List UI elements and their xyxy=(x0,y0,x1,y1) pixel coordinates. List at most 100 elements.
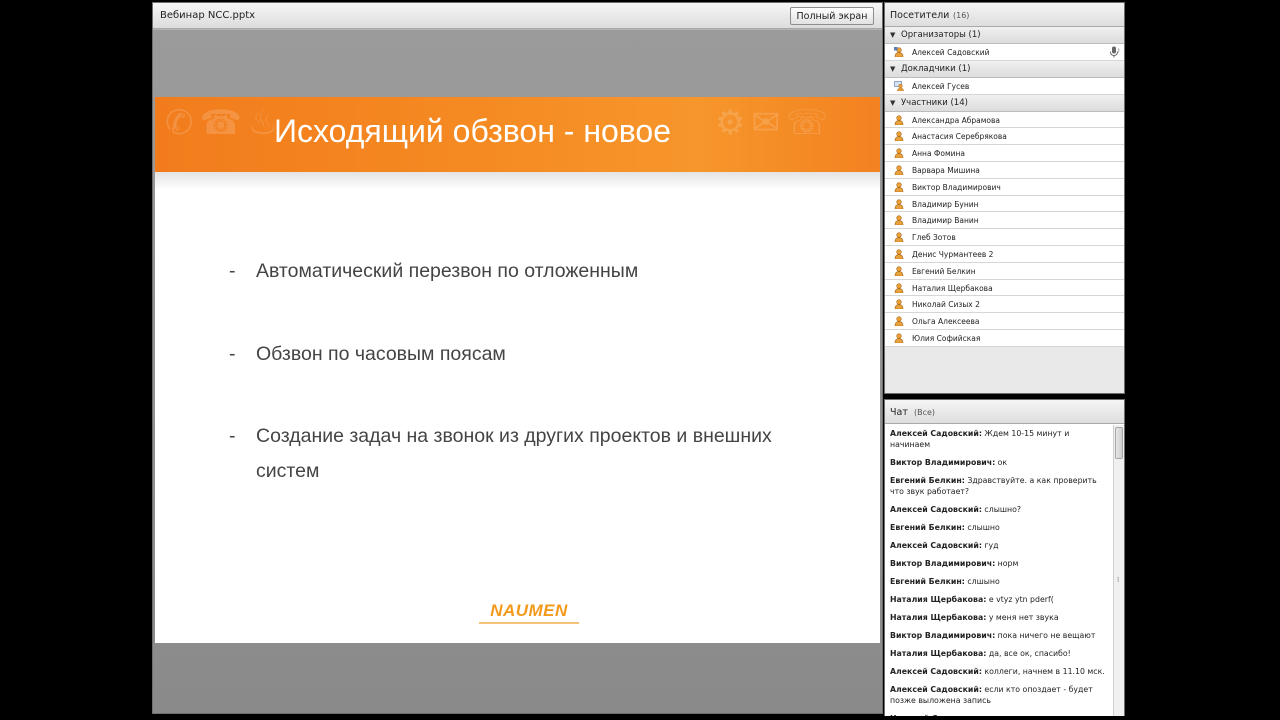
chat-author: Алексей Садовский: xyxy=(890,685,982,694)
chat-author: Виктор Владимирович: xyxy=(890,559,996,568)
chat-author: Виктор Владимирович: xyxy=(890,631,996,640)
attendee-row[interactable]: Варвара Мишина xyxy=(885,161,1124,179)
bullet-text: Обзвон по часовым поясам xyxy=(256,343,506,365)
chat-text: пока ничего не вещают xyxy=(995,631,1096,640)
chat-text: гуд xyxy=(981,541,999,550)
attendee-name: Юлия Софийская xyxy=(912,333,981,343)
user-icon xyxy=(894,198,904,209)
naumen-logo: NAUMEN xyxy=(473,601,585,624)
attendee-row[interactable]: Денис Чурмантеев 2 xyxy=(885,245,1124,263)
user-icon xyxy=(894,282,904,293)
chat-text: да, все ок, спасибо! xyxy=(986,649,1071,658)
chat-text: слышно? xyxy=(981,505,1021,514)
user-icon xyxy=(894,316,904,327)
chat-text: e vtyz ytn pderf( xyxy=(986,595,1054,604)
chat-author: Наталия Щербакова: xyxy=(890,613,987,622)
attendees-header: Посетители (16) xyxy=(885,3,1124,27)
chat-author: Алексей Садовский: xyxy=(890,541,982,550)
user-icon xyxy=(894,333,904,344)
user-icon xyxy=(894,232,904,243)
scrollbar-grip-icon: ⁞ xyxy=(1117,576,1120,584)
attendee-name: Глеб Зотов xyxy=(912,233,956,243)
attendees-title: Посетители xyxy=(890,10,950,21)
attendee-row[interactable]: Виктор Владимирович xyxy=(885,178,1124,196)
chat-message: Евгений Белкин: слышно xyxy=(885,519,1113,537)
chat-message: Виктор Владимирович: пока ничего не веща… xyxy=(885,627,1113,645)
slide-title: Исходящий обзвон - новое xyxy=(273,113,672,149)
attendee-name: Александра Абрамова xyxy=(912,115,1000,125)
attendee-name: Алексей Садовский xyxy=(912,48,990,57)
chat-message: Евгений Белкин: Здравствуйте. а как пров… xyxy=(885,472,1113,501)
user-icon xyxy=(894,165,904,176)
chat-title: Чат xyxy=(890,407,908,418)
user-icon xyxy=(894,131,904,142)
attendee-row[interactable]: Евгений Белкин xyxy=(885,262,1124,280)
collapse-arrow-icon: ▼ xyxy=(890,64,896,73)
attendee-row[interactable]: Алексей Садовский xyxy=(885,44,1124,61)
bullet-dash: - xyxy=(229,343,236,365)
attendee-name: Ольга Алексеева xyxy=(912,317,980,327)
chat-text: коллеги, начнем в 11.10 мск. xyxy=(981,667,1105,676)
group-label: Организаторы (1) xyxy=(901,30,981,40)
attendee-name: Евгений Белкин xyxy=(912,266,976,276)
attendee-row[interactable]: Ольга Алексеева xyxy=(885,313,1124,330)
chat-author: Алексей Садовский: xyxy=(890,505,982,514)
attendee-name: Анастасия Серебрякова xyxy=(912,132,1007,142)
collapse-arrow-icon: ▼ xyxy=(890,31,896,39)
logo-text: NAUMEN xyxy=(490,601,568,620)
chat-text: у меня нет звука xyxy=(986,613,1059,622)
user-icon xyxy=(894,148,904,159)
slide-header: ✆☎♨ ⚙✉☏ Исходящий обзвон - новое xyxy=(155,97,880,172)
chat-author: Николай Сизых: xyxy=(890,714,963,716)
chat-author: Наталия Щербакова: xyxy=(890,649,987,658)
chat-message: Алексей Садовский: если кто опоздает - б… xyxy=(885,681,1113,710)
chat-messages: Алексей Садовский: Ждем 10-15 минут и на… xyxy=(885,425,1113,716)
microphone-icon xyxy=(1109,46,1120,58)
attendee-row[interactable]: Анастасия Серебрякова xyxy=(885,128,1124,146)
attendee-row[interactable]: Анна Фомина xyxy=(885,145,1124,162)
chat-message: Алексей Садовский: Ждем 10-15 минут и на… xyxy=(885,425,1113,454)
attendee-row[interactable]: Александра Абрамова xyxy=(885,111,1124,129)
attendee-row[interactable]: Николай Сизых 2 xyxy=(885,296,1124,314)
chat-author: Евгений Белкин: xyxy=(890,476,965,485)
chat-author: Евгений Белкин: xyxy=(890,523,965,532)
user-icon xyxy=(894,299,904,310)
chat-text: слышно xyxy=(964,523,1000,532)
chat-scrollbar-thumb[interactable] xyxy=(1115,427,1123,459)
slide-header-shadow xyxy=(155,172,880,190)
attendee-name: Владимир Бунин xyxy=(912,199,979,209)
chat-author: Евгений Белкин: xyxy=(890,577,965,586)
group-label: Докладчики (1) xyxy=(901,63,971,74)
attendee-row[interactable]: Владимир Ванин xyxy=(885,212,1124,230)
chat-scope[interactable]: (Все) xyxy=(914,408,935,417)
attendee-row[interactable]: Алексей Гусев xyxy=(885,77,1124,95)
presentation-titlebar: Вебинар NCC.pptx Полный экран xyxy=(153,3,882,29)
chat-message: Наталия Щербакова: у меня нет звука xyxy=(885,609,1113,627)
attendee-row[interactable]: Юлия Софийская xyxy=(885,329,1124,347)
bullet-text: Создание задач на звонок из других проек… xyxy=(256,425,772,482)
fullscreen-button[interactable]: Полный экран xyxy=(790,7,874,25)
bullet-dash: - xyxy=(229,260,236,282)
group-hosts[interactable]: ▼ Организаторы (1) xyxy=(885,27,1124,44)
user-icon xyxy=(894,215,904,226)
chat-text: я здесь xyxy=(963,714,995,716)
chat-text: норм xyxy=(995,559,1019,568)
chat-pod: Чат (Все) Алексей Садовский: Ждем 10-15 … xyxy=(884,399,1125,716)
chat-scrollbar[interactable]: ⁞ xyxy=(1113,425,1124,716)
group-participants[interactable]: ▼ Участники (14) xyxy=(885,94,1124,112)
group-presenters[interactable]: ▼ Докладчики (1) xyxy=(885,60,1124,78)
user-icon xyxy=(894,249,904,260)
attendee-row[interactable]: Наталия Щербакова xyxy=(885,279,1124,297)
attendee-row[interactable]: Глеб Зотов xyxy=(885,229,1124,246)
attendee-name: Наталия Щербакова xyxy=(912,283,993,293)
group-label: Участники (14) xyxy=(901,97,968,108)
attendee-name: Алексей Гусев xyxy=(912,81,970,91)
chat-message: Виктор Владимирович: ок xyxy=(885,454,1113,472)
attendee-name: Николай Сизых 2 xyxy=(912,300,980,310)
chat-message: Наталия Щербакова: e vtyz ytn pderf( xyxy=(885,591,1113,609)
attendees-empty-area xyxy=(885,346,1124,393)
attendee-row[interactable]: Владимир Бунин xyxy=(885,195,1124,213)
attendee-name: Денис Чурмантеев 2 xyxy=(912,249,994,259)
hosts-list: Алексей Садовский xyxy=(885,44,1124,61)
chat-message: Виктор Владимирович: норм xyxy=(885,555,1113,573)
